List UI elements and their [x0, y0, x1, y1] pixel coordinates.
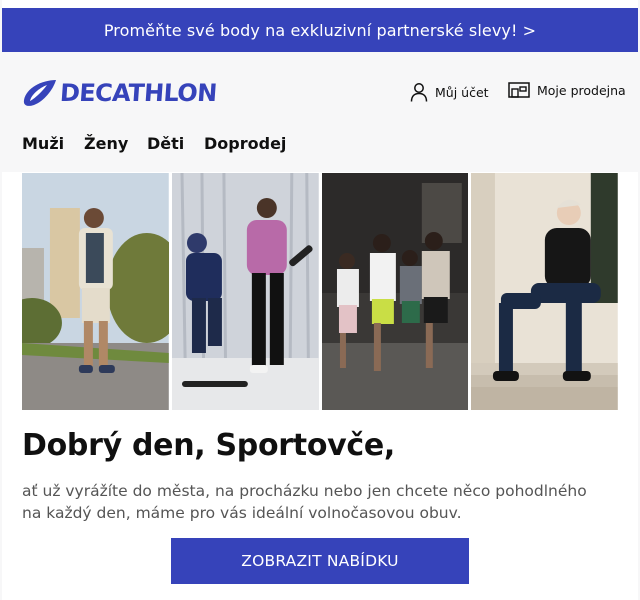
- account-label: Můj účet: [435, 84, 489, 100]
- store-icon: [508, 82, 530, 98]
- brand-name: DECATHLON: [59, 79, 218, 107]
- man-sitting-steps-photo[interactable]: [471, 173, 618, 410]
- category-nav: Muži Ženy Děti Doprodej: [2, 130, 638, 172]
- group-street-photo[interactable]: [321, 173, 469, 410]
- promo-banner[interactable]: Proměňte své body na exkluzivní partners…: [2, 8, 638, 52]
- greeting-heading: Dobrý den, Sportovče,: [22, 428, 396, 463]
- decathlon-swoosh-icon: [23, 80, 56, 106]
- account-link[interactable]: Můj účet: [410, 82, 489, 102]
- nav-item-doprodej[interactable]: Doprodej: [204, 134, 286, 153]
- nav-item-deti[interactable]: Děti: [147, 134, 184, 153]
- man-walking-city-photo[interactable]: [22, 173, 169, 410]
- hero-gallery: [22, 173, 618, 410]
- user-icon: [410, 83, 428, 102]
- nav-item-zeny[interactable]: Ženy: [84, 134, 128, 153]
- nav-item-muzi[interactable]: Muži: [22, 134, 64, 153]
- skateboard-couple-photo[interactable]: [171, 173, 319, 410]
- show-offer-button[interactable]: ZOBRAZIT NABÍDKU: [171, 538, 469, 584]
- promo-banner-text: Proměňte své body na exkluzivní partners…: [103, 20, 537, 40]
- body-text: ať už vyrážíte do města, na procházku ne…: [22, 482, 587, 522]
- store-label: Moje prodejna: [537, 82, 626, 98]
- store-link[interactable]: Moje prodejna: [508, 82, 626, 98]
- show-offer-button-label: ZOBRAZIT NABÍDKU: [241, 552, 399, 570]
- email-frame: Proměňte své body na exkluzivní partners…: [2, 0, 638, 600]
- decathlon-logo[interactable]: DECATHLON: [22, 76, 218, 110]
- header: DECATHLON Můj účet Moje prodejna: [2, 52, 638, 130]
